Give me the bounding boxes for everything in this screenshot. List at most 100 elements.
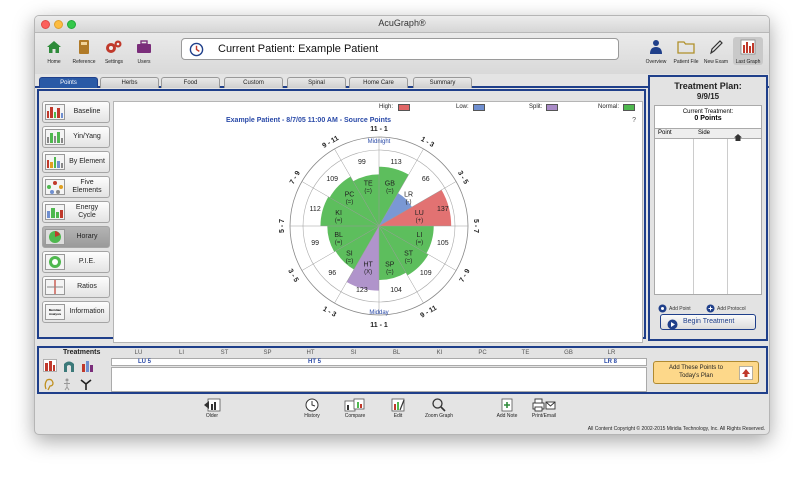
pie-icon bbox=[45, 254, 65, 270]
tab-summary[interactable]: Summary bbox=[413, 77, 472, 88]
meridian-status: (=) bbox=[405, 259, 413, 265]
print-email-button[interactable]: Print/Email bbox=[527, 398, 561, 419]
treatment-list: Current Treatment: 0 Points Point Side bbox=[654, 105, 762, 295]
treatment-point-lr[interactable]: LR 8 bbox=[604, 359, 617, 365]
overview-button[interactable]: Overview bbox=[641, 37, 671, 65]
sidebar-item-information[interactable]: Meridian Analysis Information bbox=[42, 301, 110, 323]
legend-normal-label: Normal: bbox=[598, 104, 620, 110]
meridian-name: LI bbox=[416, 232, 422, 239]
treatment-point-lu[interactable]: LU 5 bbox=[138, 359, 151, 365]
tab-food[interactable]: Food bbox=[161, 77, 220, 88]
meridian-label: PC bbox=[478, 350, 487, 356]
meridian-value: 112 bbox=[310, 206, 321, 213]
tab-points[interactable]: Points bbox=[39, 77, 98, 88]
meridian-value: 123 bbox=[356, 287, 368, 294]
ratios-icon bbox=[45, 279, 65, 295]
tab-custom[interactable]: Custom bbox=[224, 77, 283, 88]
magnifier-icon bbox=[422, 398, 456, 412]
tab-home-care[interactable]: Home Care bbox=[349, 77, 408, 88]
meridian-status: (=) bbox=[335, 240, 343, 246]
folder-icon bbox=[671, 37, 701, 57]
branch-icon[interactable] bbox=[79, 378, 93, 396]
sidebar-item-energy-cycle[interactable]: Energy Cycle bbox=[42, 201, 110, 223]
book-icon bbox=[69, 37, 99, 57]
zoom-graph-button[interactable]: Zoom Graph bbox=[422, 398, 456, 419]
meridian-label: LU bbox=[134, 350, 143, 356]
meridian-value: 96 bbox=[328, 270, 336, 277]
pen-icon bbox=[701, 37, 731, 57]
element-treatment-icon[interactable] bbox=[81, 359, 95, 377]
copyright-text: All Content Copyright © 2002-2015 Miridi… bbox=[587, 426, 765, 432]
users-button[interactable]: Users bbox=[129, 37, 159, 65]
current-patient-label: Current Patient: Example Patient bbox=[218, 43, 379, 55]
meridian-status: (=) bbox=[335, 218, 343, 224]
col-point: Point bbox=[658, 130, 672, 136]
home-button[interactable]: Home bbox=[39, 37, 69, 65]
meridian-label: TE bbox=[521, 350, 530, 356]
meridian-name: HT bbox=[364, 261, 374, 268]
edit-button[interactable]: Edit bbox=[381, 398, 415, 419]
history-button[interactable]: History bbox=[295, 398, 329, 419]
treatment-point-ht[interactable]: HT 5 bbox=[308, 359, 321, 365]
tab-spinal[interactable]: Spinal bbox=[287, 77, 346, 88]
sidebar-item-by-element[interactable]: By Element bbox=[42, 151, 110, 173]
clock-icon bbox=[295, 398, 329, 412]
meridian-label: LI bbox=[178, 350, 184, 356]
add-note-button[interactable]: Add Note bbox=[490, 398, 524, 419]
home-care-icon bbox=[733, 129, 743, 147]
five-elements-icon bbox=[45, 179, 65, 195]
element-bars-icon bbox=[45, 154, 65, 170]
col-divider bbox=[693, 139, 694, 294]
meridian-value: 137 bbox=[437, 206, 449, 213]
arch-treatment-icon[interactable] bbox=[62, 359, 76, 377]
person-icon bbox=[641, 37, 671, 57]
sidebar-item-horary[interactable]: Horary bbox=[42, 226, 110, 248]
current-patient-box[interactable]: Current Patient: Example Patient bbox=[181, 38, 619, 60]
graph-panel: Baseline Yin/Yang By Element Five Elemen… bbox=[37, 89, 646, 343]
time-range-label: 1 - 3 bbox=[419, 136, 435, 149]
legend-high-label: High: bbox=[379, 104, 394, 110]
patient-refresh-icon[interactable] bbox=[189, 42, 204, 62]
meridian-status: (=) bbox=[386, 189, 394, 195]
meridian-value: 66 bbox=[422, 176, 430, 183]
last-graph-button[interactable]: Last Graph bbox=[733, 37, 763, 65]
play-icon bbox=[667, 317, 678, 335]
patient-file-button[interactable]: Patient File bbox=[671, 37, 701, 65]
horary-chart: 113GB(=)66LR(-)137LU(+)105LI(=)109ST(=)1… bbox=[279, 126, 479, 329]
sidebar-item-yin-yang[interactable]: Yin/Yang bbox=[42, 126, 110, 148]
sidebar-item-baseline[interactable]: Baseline bbox=[42, 101, 110, 123]
time-range-label: 11 - 1 bbox=[370, 126, 388, 133]
meridian-name: SI bbox=[346, 251, 353, 258]
treatment-plan-date: 9/9/15 bbox=[696, 92, 720, 101]
meridian-name: SP bbox=[385, 261, 395, 268]
treatments-title: Treatments bbox=[63, 349, 101, 356]
app-window: AcuGraph® Home Reference Settings Users … bbox=[34, 15, 770, 435]
ear-icon[interactable] bbox=[43, 378, 55, 396]
add-points-to-plan-button[interactable]: Add These Points to Today's Plan bbox=[653, 361, 759, 384]
treatment-plan-panel: Treatment Plan: 9/9/15 Current Treatment… bbox=[648, 75, 768, 341]
sidebar-item-pie[interactable]: P.I.E. bbox=[42, 251, 110, 273]
tab-herbs[interactable]: Herbs bbox=[100, 77, 159, 88]
meridian-value: 105 bbox=[437, 240, 449, 247]
treatment-points-row: LU 5 HT 5 LR 8 bbox=[111, 358, 647, 366]
new-exam-button[interactable]: New Exam bbox=[701, 37, 731, 65]
compare-button[interactable]: Compare bbox=[338, 398, 372, 419]
meridian-analysis-logo: Meridian Analysis bbox=[45, 304, 65, 320]
sidebar-item-ratios[interactable]: Ratios bbox=[42, 276, 110, 298]
older-button[interactable]: Older bbox=[195, 398, 229, 419]
baseline-bars-icon bbox=[45, 104, 65, 120]
chart-legend: High: Low: Split: Normal: bbox=[114, 104, 642, 113]
begin-treatment-button[interactable]: Begin Treatment bbox=[660, 314, 756, 330]
sidebar-item-five-elements[interactable]: Five Elements bbox=[42, 176, 110, 198]
edit-graph-icon bbox=[381, 398, 415, 412]
bars-treatment-icon[interactable] bbox=[43, 359, 57, 377]
treatment-table-header: Point Side bbox=[655, 128, 761, 141]
meridian-label: BL bbox=[392, 350, 401, 356]
meridian-status: (X) bbox=[364, 269, 372, 275]
body-icon[interactable] bbox=[61, 378, 73, 396]
meridian-status: (+) bbox=[416, 218, 424, 224]
meridian-label: ST bbox=[220, 350, 229, 356]
settings-button[interactable]: Settings bbox=[99, 37, 129, 65]
meridian-name: LR bbox=[404, 191, 413, 198]
reference-button[interactable]: Reference bbox=[69, 37, 99, 65]
